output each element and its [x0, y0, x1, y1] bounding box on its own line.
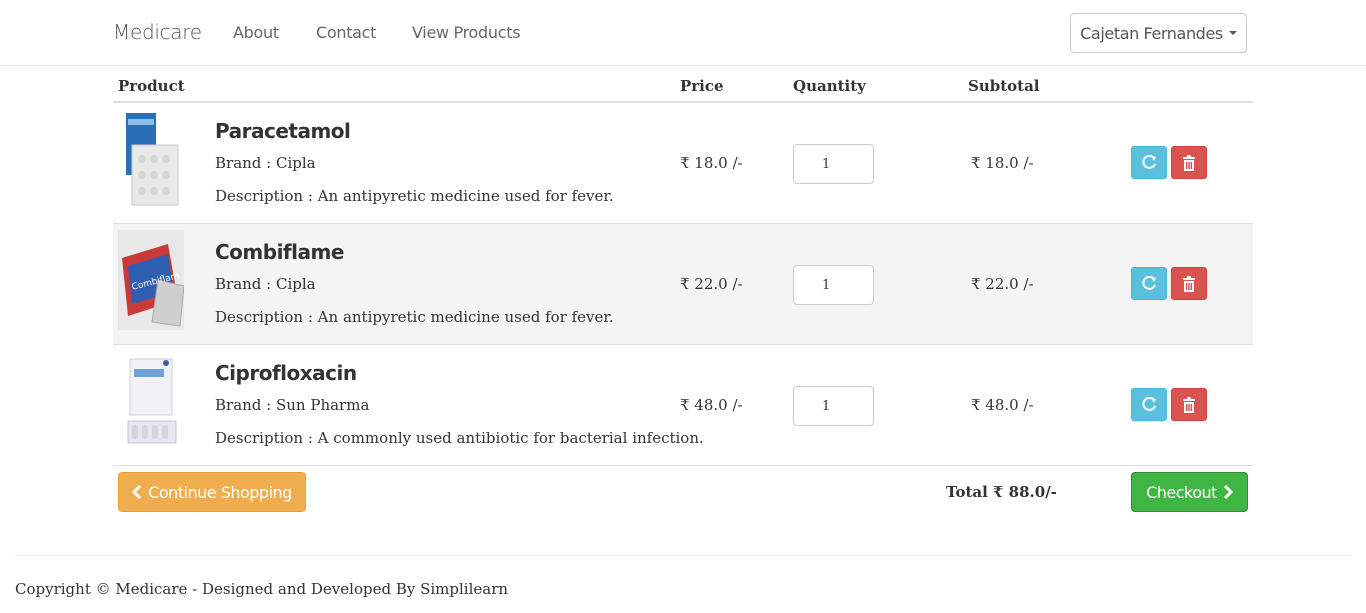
product-subtotal: ₹ 48.0 /- — [971, 396, 1034, 414]
product-price: ₹ 22.0 /- — [680, 275, 743, 293]
quantity-input[interactable] — [793, 386, 874, 426]
nav-link-view-products[interactable]: View Products — [412, 23, 521, 42]
product-image-combiflame: Combiflam — [118, 230, 184, 330]
product-subtotal: ₹ 18.0 /- — [971, 154, 1034, 172]
cart-table: Product Price Quantity Subtotal Paraceta… — [113, 66, 1253, 521]
refresh-icon — [1142, 275, 1156, 290]
checkout-label: Checkout — [1146, 482, 1217, 502]
delete-button[interactable] — [1171, 388, 1207, 421]
product-subtotal: ₹ 22.0 /- — [971, 275, 1034, 293]
product-name: Ciprofloxacin — [215, 361, 357, 385]
delete-button[interactable] — [1171, 146, 1207, 179]
refresh-icon — [1142, 154, 1156, 169]
chevron-left-icon — [132, 485, 142, 499]
header-subtotal: Subtotal — [968, 77, 1040, 95]
caret-down-icon — [1228, 31, 1237, 35]
trash-icon — [1183, 396, 1195, 413]
product-description: Description : An antipyretic medicine us… — [215, 187, 614, 205]
table-row: Paracetamol Brand : Cipla Description : … — [113, 103, 1253, 224]
user-name: Cajetan Fernandes — [1080, 23, 1223, 43]
nav-link-about[interactable]: About — [233, 23, 279, 42]
product-name: Combiflame — [215, 240, 344, 264]
product-price: ₹ 48.0 /- — [680, 396, 743, 414]
refresh-icon — [1142, 396, 1156, 411]
product-image-ciprofloxacin — [118, 351, 184, 451]
chevron-right-icon — [1223, 485, 1233, 499]
copyright-text: Copyright © Medicare - Designed and Deve… — [15, 580, 509, 598]
cart-summary: Continue Shopping Total ₹ 88.0/- Checkou… — [113, 466, 1253, 521]
continue-shopping-label: Continue Shopping — [148, 482, 292, 502]
table-row: Combiflam Combiflame Brand : Cipla Descr… — [113, 224, 1253, 345]
checkout-button[interactable]: Checkout — [1131, 472, 1248, 512]
update-button[interactable] — [1131, 146, 1167, 179]
header-quantity: Quantity — [793, 77, 866, 95]
product-brand: Brand : Cipla — [215, 275, 316, 293]
continue-shopping-button[interactable]: Continue Shopping — [118, 472, 306, 512]
update-button[interactable] — [1131, 388, 1167, 421]
cart-total: Total ₹ 88.0/- — [946, 483, 1057, 501]
trash-icon — [1183, 275, 1195, 292]
quantity-input[interactable] — [793, 144, 874, 184]
product-image-paracetamol — [118, 109, 184, 209]
trash-icon — [1183, 154, 1195, 171]
user-menu-button[interactable]: Cajetan Fernandes — [1070, 13, 1247, 53]
product-brand: Brand : Cipla — [215, 154, 316, 172]
quantity-input[interactable] — [793, 265, 874, 305]
footer-divider — [15, 555, 1351, 556]
product-price: ₹ 18.0 /- — [680, 154, 743, 172]
product-name: Paracetamol — [215, 119, 351, 143]
header-price: Price — [680, 77, 724, 95]
nav-link-contact[interactable]: Contact — [316, 23, 376, 42]
update-button[interactable] — [1131, 267, 1167, 300]
product-description: Description : An antipyretic medicine us… — [215, 308, 614, 326]
delete-button[interactable] — [1171, 267, 1207, 300]
product-description: Description : A commonly used antibiotic… — [215, 429, 704, 447]
table-header: Product Price Quantity Subtotal — [113, 66, 1253, 103]
navbar: Medicare About Contact View Products Caj… — [0, 0, 1366, 66]
brand-link[interactable]: Medicare — [113, 20, 202, 44]
header-product: Product — [118, 77, 185, 95]
table-row: Ciprofloxacin Brand : Sun Pharma Descrip… — [113, 345, 1253, 466]
product-brand: Brand : Sun Pharma — [215, 396, 370, 414]
